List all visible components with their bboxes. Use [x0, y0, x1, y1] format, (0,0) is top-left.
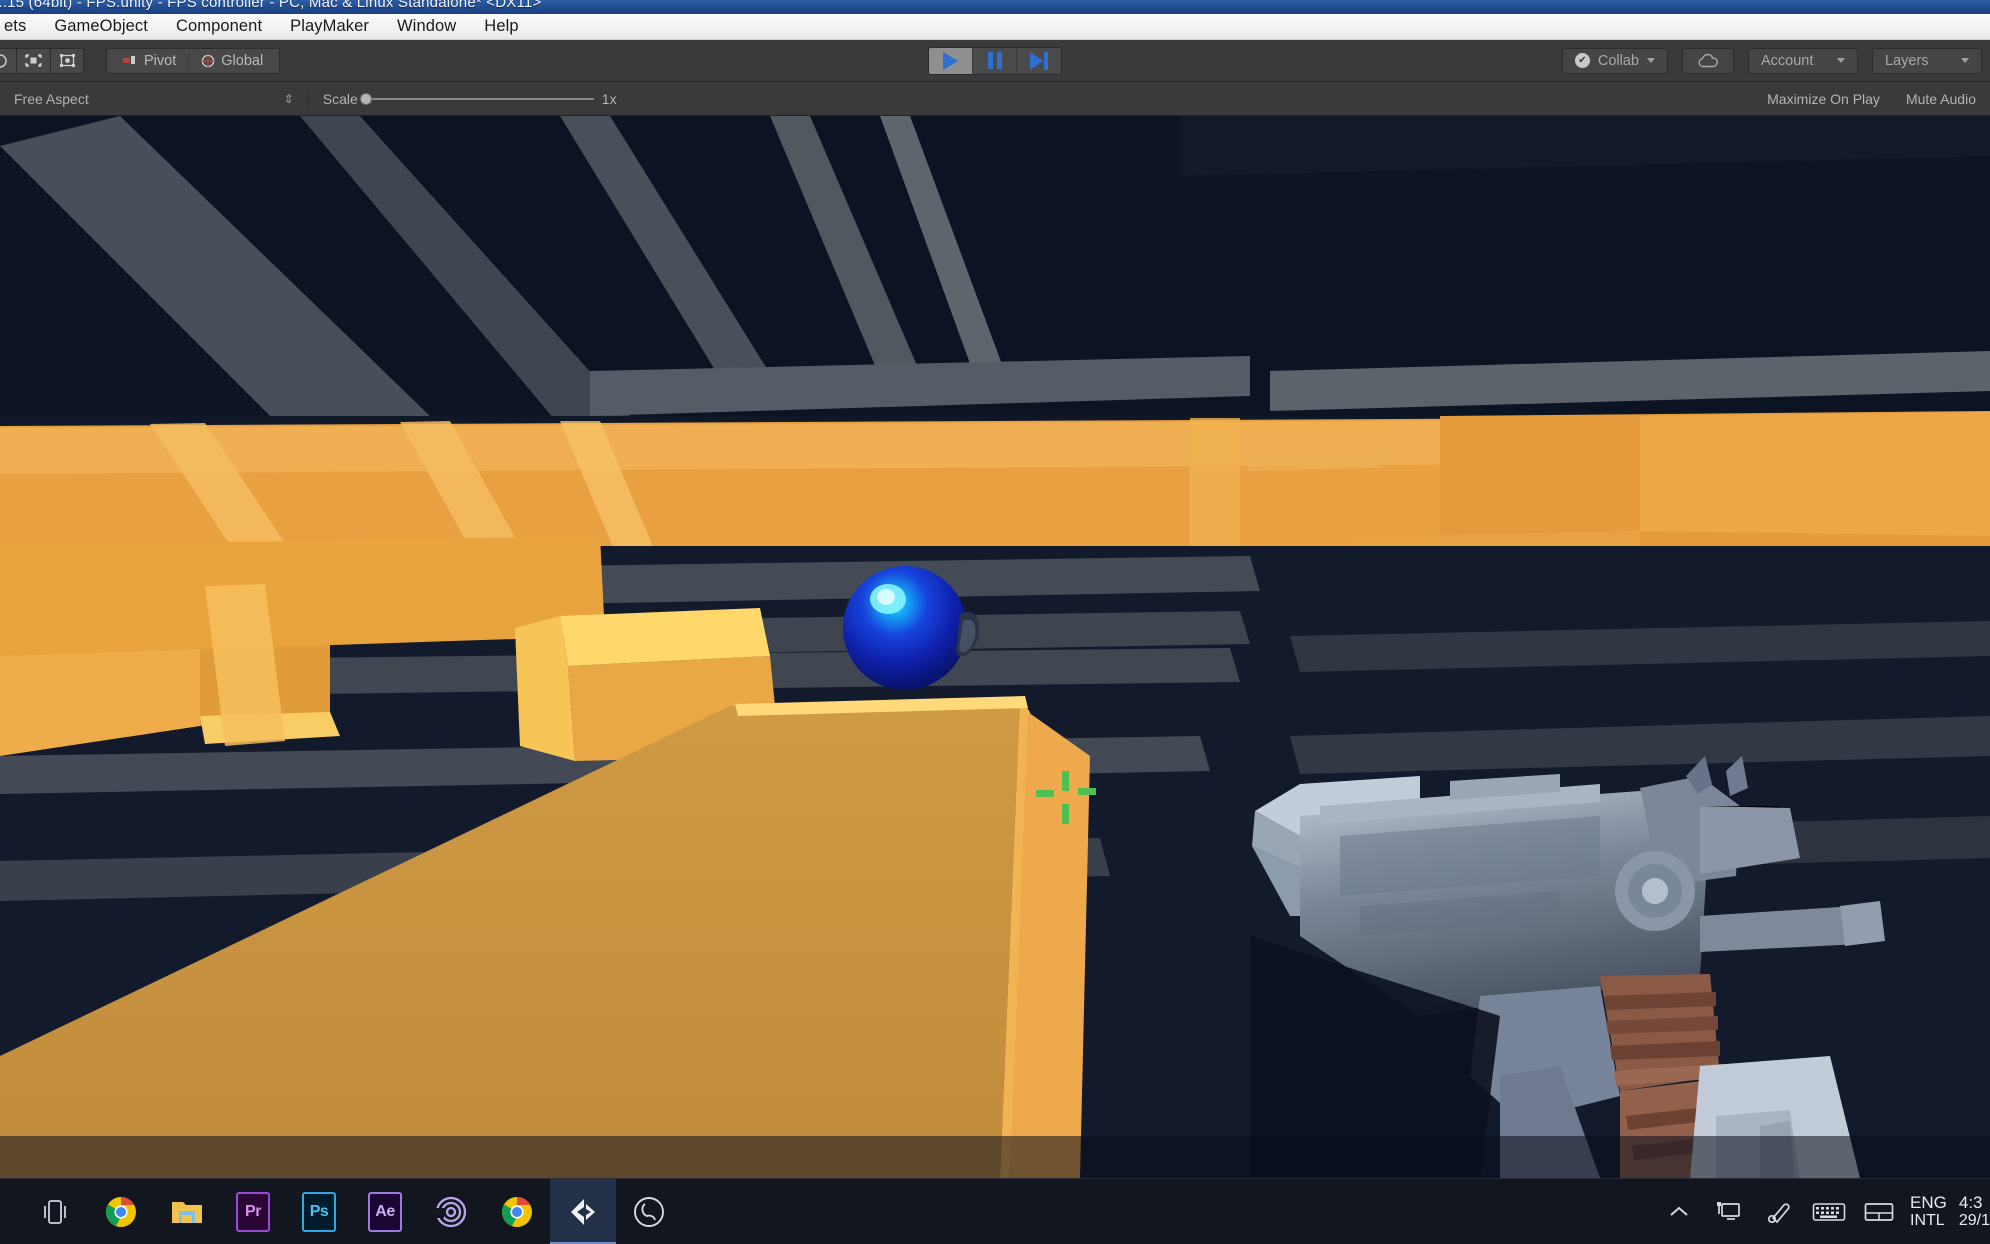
- touchpad-icon: [1864, 1202, 1894, 1221]
- photoshop-label: Ps: [302, 1191, 336, 1232]
- keyboard-icon: [1812, 1202, 1846, 1221]
- layers-dropdown[interactable]: Layers: [1872, 47, 1982, 74]
- chrome-taskbar-button-2[interactable]: [484, 1179, 550, 1244]
- folder-icon: [172, 1201, 202, 1223]
- chevron-down-icon: [1837, 58, 1845, 63]
- scale-tool-button[interactable]: [16, 47, 50, 74]
- account-label: Account: [1761, 52, 1814, 69]
- scale-icon: [25, 54, 42, 67]
- scale-separator: [307, 89, 309, 108]
- chevron-up-icon: [1670, 1206, 1688, 1216]
- premiere-pro-label: Pr: [236, 1191, 270, 1232]
- menu-item-window[interactable]: Window: [383, 14, 470, 39]
- chrome-icon: [106, 1196, 136, 1227]
- rotate-icon: [0, 54, 7, 68]
- step-button[interactable]: [1017, 48, 1061, 74]
- windows-taskbar: Pr Ps Ae ENG INTL 4:3 29/1: [0, 1178, 1990, 1244]
- language-line-2: INTL: [1910, 1212, 1945, 1230]
- chevron-down-icon: [1647, 58, 1655, 63]
- obs-button[interactable]: [616, 1179, 682, 1244]
- after-effects-button[interactable]: Ae: [352, 1179, 418, 1244]
- play-button[interactable]: [929, 47, 973, 74]
- unity-toolbar: Pivot Global ✔ Collab Account Layers: [0, 40, 1990, 82]
- globe-icon: [202, 54, 215, 67]
- clock-time: 4:3: [1958, 1192, 1983, 1212]
- pen-tray-icon[interactable]: [1754, 1179, 1804, 1244]
- aspect-dropdown[interactable]: Free Aspect: [14, 91, 89, 107]
- scale-slider[interactable]: [359, 92, 594, 105]
- chrome-icon: [502, 1196, 532, 1227]
- tray-expand-button[interactable]: [1654, 1179, 1704, 1244]
- menu-item-component[interactable]: Component: [162, 14, 276, 39]
- transform-tools-group: [0, 47, 84, 74]
- play-icon: [943, 51, 958, 70]
- step-icon: [1030, 51, 1048, 70]
- layers-label: Layers: [1885, 52, 1929, 69]
- window-title: ...15 (64bit) - FPS.unity - FPS controll…: [0, 0, 542, 11]
- cloud-icon: [1698, 53, 1718, 68]
- rect-tool-button[interactable]: [50, 47, 84, 74]
- game-viewport[interactable]: [0, 116, 1990, 1178]
- game-view-toggles: Maximize On Play Mute Audio: [1767, 91, 1976, 107]
- collab-button[interactable]: ✔ Collab: [1561, 47, 1668, 74]
- language-indicator[interactable]: ENG INTL: [1904, 1193, 1953, 1231]
- unity-icon: [571, 1198, 595, 1225]
- scale-label: Scale: [322, 90, 358, 107]
- scale-control: ⇕ Scale 1x: [283, 89, 617, 108]
- chrome-taskbar-button[interactable]: [88, 1179, 154, 1244]
- rotate-tool-button[interactable]: [0, 47, 16, 74]
- playback-controls: [928, 46, 1062, 75]
- language-line-1: ENG: [1910, 1192, 1947, 1212]
- after-effects-label: Ae: [368, 1191, 402, 1232]
- rect-icon: [59, 54, 75, 67]
- scale-handle-icon: ⇕: [283, 91, 294, 106]
- maximize-on-play-toggle[interactable]: Maximize On Play: [1767, 91, 1880, 107]
- account-dropdown[interactable]: Account: [1748, 47, 1858, 74]
- menu-item-gameobject[interactable]: GameObject: [40, 14, 162, 39]
- network-tray-icon[interactable]: [1704, 1179, 1754, 1244]
- pivot-icon: [123, 55, 135, 64]
- system-tray: ENG INTL 4:3 29/1: [1654, 1179, 1990, 1244]
- pause-icon: [987, 52, 1002, 69]
- task-view-button[interactable]: [22, 1179, 88, 1244]
- pen-icon: [1767, 1202, 1790, 1223]
- mute-audio-toggle[interactable]: Mute Audio: [1906, 91, 1976, 107]
- network-icon: [1717, 1201, 1740, 1220]
- premiere-pro-button[interactable]: Pr: [220, 1179, 286, 1244]
- keyboard-tray-icon[interactable]: [1804, 1179, 1854, 1244]
- handle-mode-button[interactable]: Global: [189, 49, 275, 73]
- obs-icon: [634, 1196, 664, 1227]
- file-explorer-button[interactable]: [154, 1179, 220, 1244]
- photoshop-button[interactable]: Ps: [286, 1179, 352, 1244]
- cloud-button[interactable]: [1682, 47, 1734, 74]
- scale-slider-knob[interactable]: [359, 92, 372, 105]
- rendered-scene: [0, 116, 1990, 1178]
- bittorrent-button[interactable]: [418, 1179, 484, 1244]
- menu-item-help[interactable]: Help: [470, 14, 532, 39]
- menu-bar: ets GameObject Component PlayMaker Windo…: [0, 14, 1990, 40]
- pivot-mode-button[interactable]: Pivot: [111, 49, 188, 73]
- pause-button[interactable]: [973, 47, 1017, 74]
- check-icon: ✔: [1574, 53, 1590, 68]
- pivot-label: Pivot: [144, 52, 177, 69]
- clock-date: 29/1: [1958, 1212, 1990, 1230]
- pivot-handle-group: Pivot Global: [106, 47, 281, 74]
- taskbar-app-icons: Pr Ps Ae: [0, 1178, 682, 1244]
- touchpad-tray-icon[interactable]: [1854, 1179, 1904, 1244]
- task-view-icon: [44, 1199, 66, 1224]
- unity-taskbar-button[interactable]: [550, 1178, 616, 1244]
- toolbar-right-group: ✔ Collab Account Layers: [1561, 47, 1982, 74]
- collab-label: Collab: [1597, 52, 1639, 69]
- menu-item-playmaker[interactable]: PlayMaker: [276, 14, 383, 39]
- chevron-down-icon: [1961, 58, 1969, 63]
- handle-label: Global: [221, 52, 264, 69]
- scale-value: 1x: [601, 90, 617, 107]
- clock[interactable]: 4:3 29/1: [1953, 1193, 1990, 1231]
- menu-item-assets[interactable]: ets: [0, 14, 40, 39]
- window-title-bar: ...15 (64bit) - FPS.unity - FPS controll…: [0, 0, 1990, 14]
- unity-editor-window: ...15 (64bit) - FPS.unity - FPS controll…: [0, 0, 1990, 1244]
- bittorrent-icon: [435, 1196, 467, 1227]
- game-view-toolbar: Free Aspect ⇕ Scale 1x Maximize On Play …: [0, 82, 1990, 116]
